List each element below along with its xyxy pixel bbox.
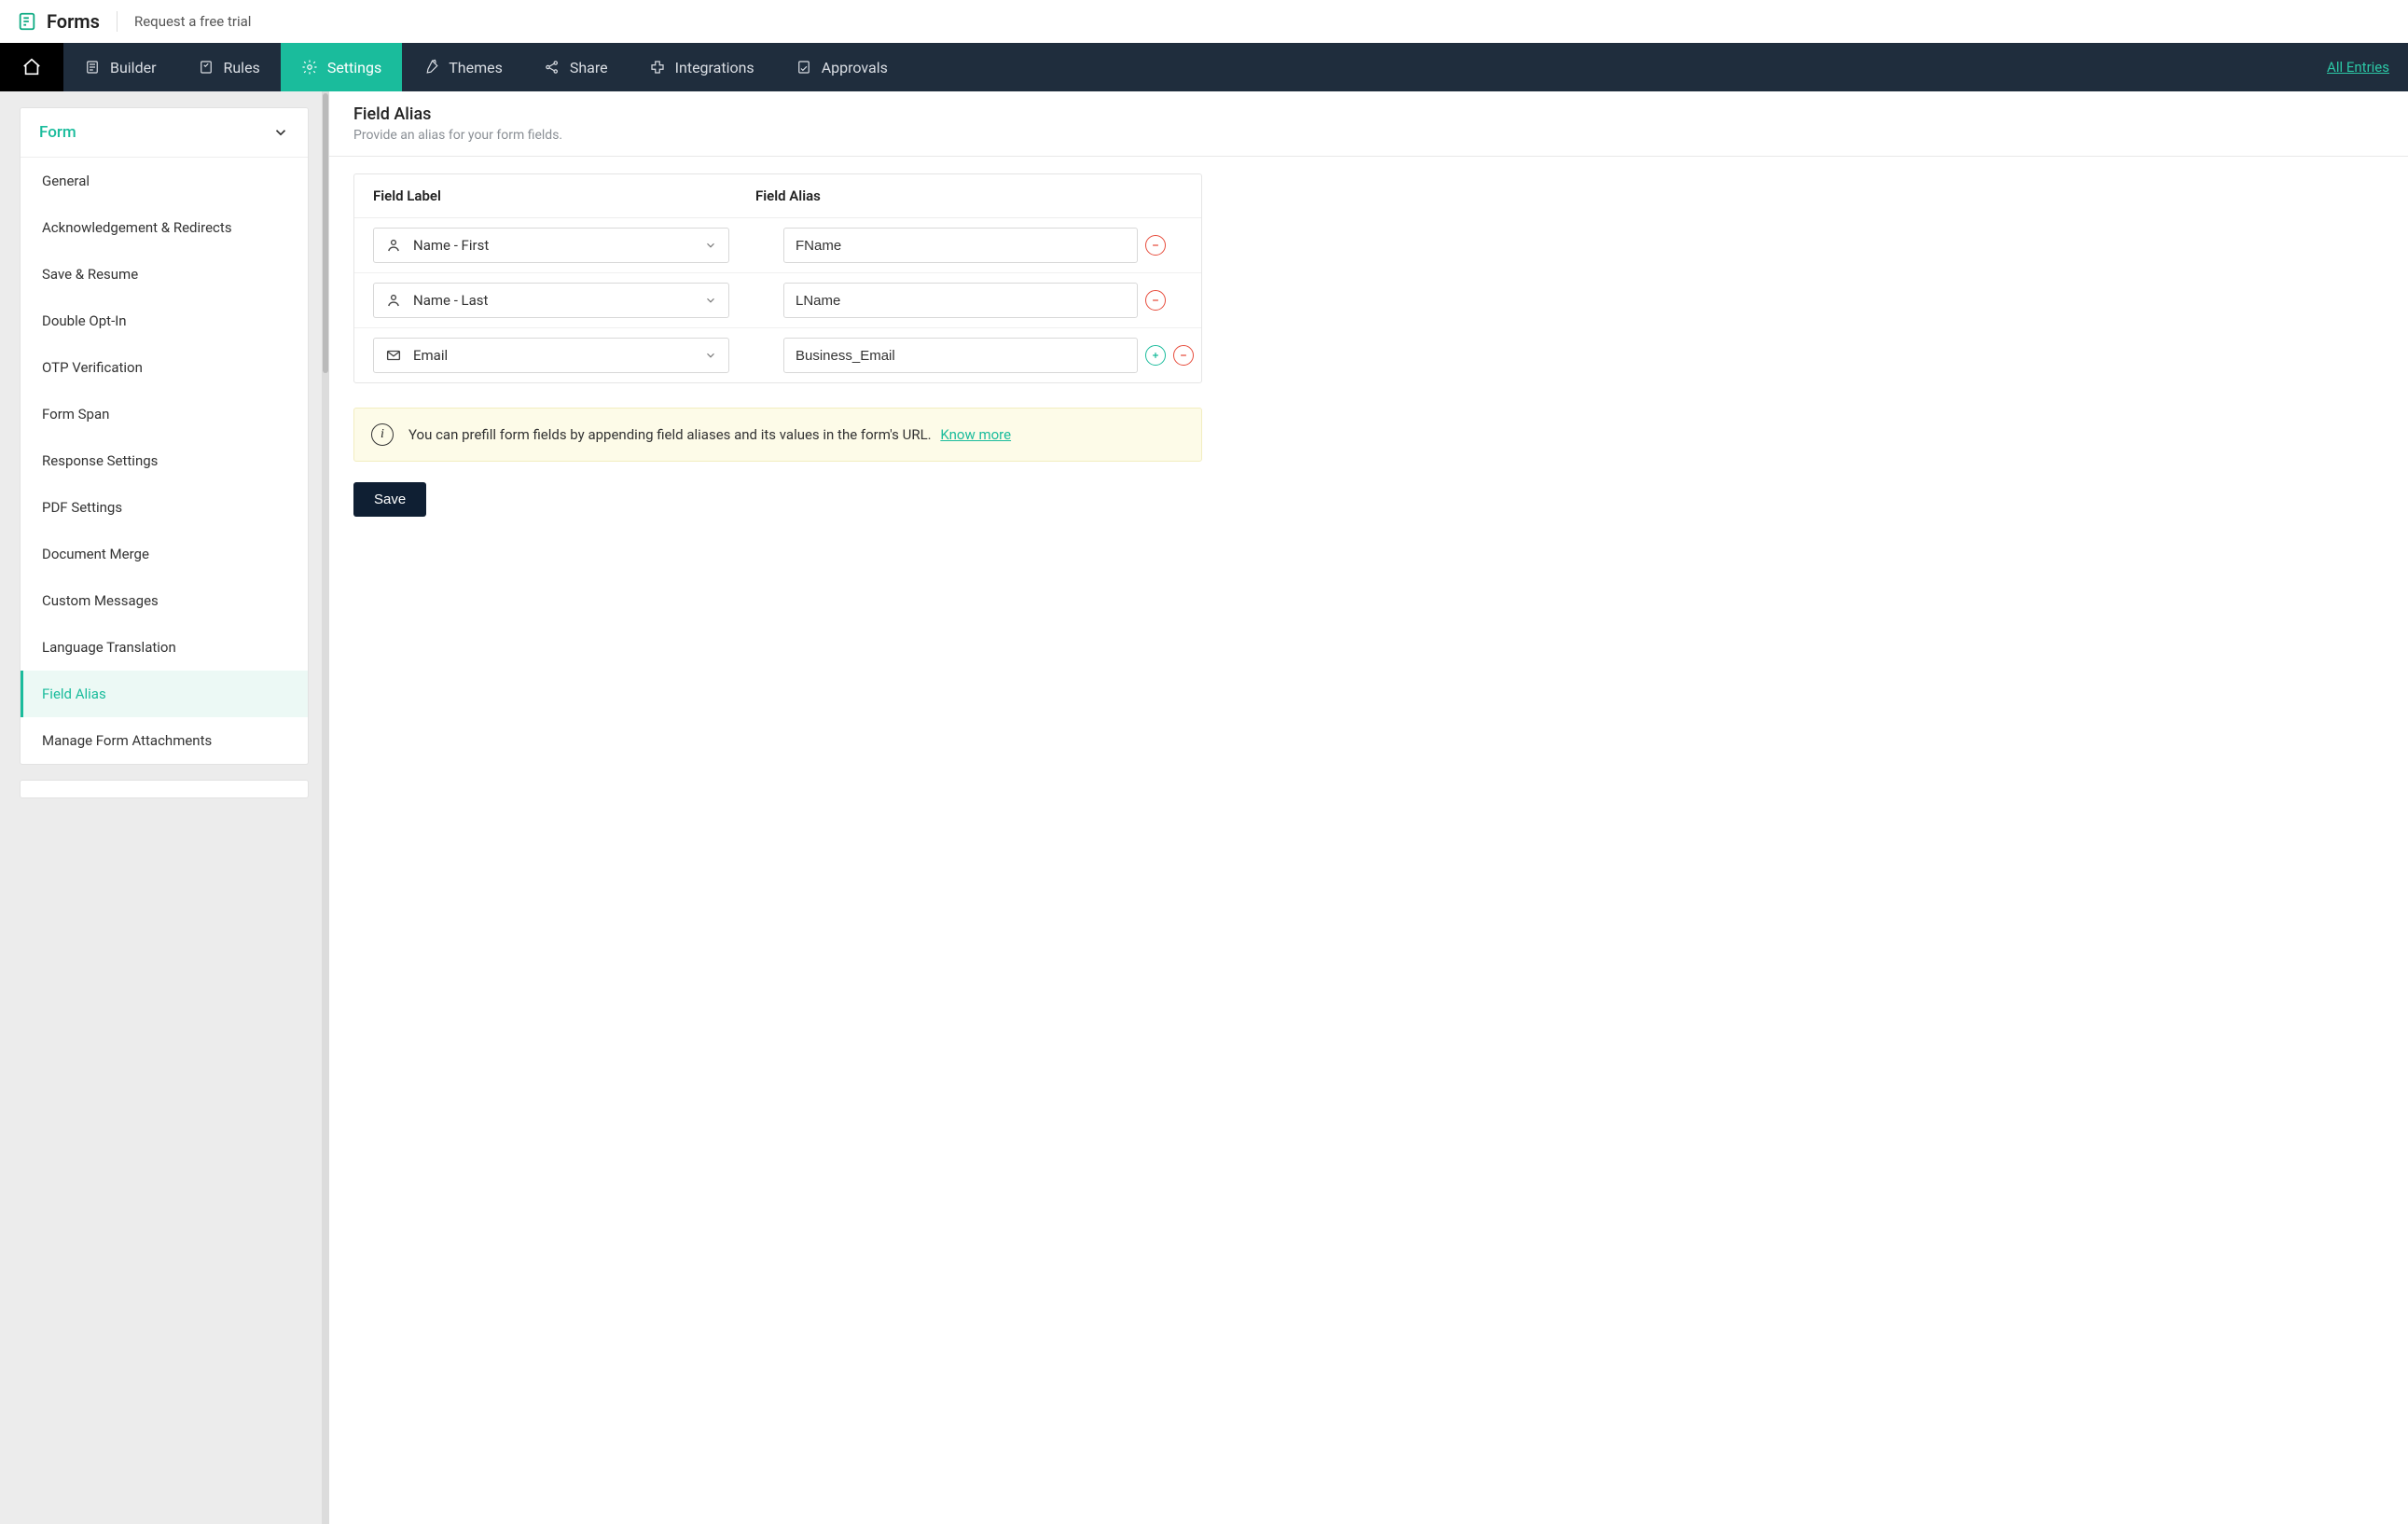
alias-row: Email (354, 328, 1201, 382)
know-more-link[interactable]: Know more (940, 426, 1011, 443)
main: Field Alias Provide an alias for your fo… (329, 91, 2408, 1524)
sidebar-item[interactable]: Response Settings (21, 437, 308, 484)
chevron-down-icon (704, 349, 717, 362)
brand[interactable]: Forms (17, 10, 100, 33)
rules-icon (198, 59, 215, 76)
alias-input[interactable] (783, 283, 1138, 318)
sidebar-item[interactable]: Custom Messages (21, 577, 308, 624)
sidebar-section-header[interactable]: Form (21, 108, 308, 158)
sidebar-section-title: Form (39, 123, 76, 142)
divider (329, 156, 2408, 157)
field-select-label: Email (413, 347, 704, 364)
forms-logo-icon (17, 11, 37, 32)
all-entries-link[interactable]: All Entries (2327, 59, 2389, 76)
sidebar-item[interactable]: Manage Form Attachments (21, 717, 308, 764)
home-icon (21, 57, 42, 77)
field-select[interactable]: Name - First (373, 228, 729, 263)
add-row-button[interactable] (1145, 345, 1166, 366)
nav-builder[interactable]: Builder (63, 43, 177, 91)
brand-text: Forms (47, 10, 100, 33)
main-nav: Builder Rules Settings Themes Share Inte… (0, 43, 2408, 91)
info-message: You can prefill form fields by appending… (408, 426, 932, 443)
sidebar-item[interactable]: Form Span (21, 391, 308, 437)
nav-label: Approvals (822, 59, 888, 76)
chevron-down-icon (704, 239, 717, 252)
nav-share[interactable]: Share (523, 43, 629, 91)
sidebar-panel-next[interactable] (21, 781, 308, 797)
remove-row-button[interactable] (1173, 345, 1194, 366)
top-header: Forms Request a free trial (0, 0, 2408, 43)
request-trial-link[interactable]: Request a free trial (134, 13, 251, 30)
nav-home[interactable] (0, 43, 63, 91)
nav-rules[interactable]: Rules (177, 43, 281, 91)
field-select-label: Name - Last (413, 292, 704, 309)
nav-integrations[interactable]: Integrations (629, 43, 775, 91)
sidebar-panel-form: Form GeneralAcknowledgement & RedirectsS… (21, 108, 308, 764)
alias-input[interactable] (783, 228, 1138, 263)
sidebar-scrollbar[interactable] (322, 91, 329, 1524)
remove-row-button[interactable] (1145, 290, 1166, 311)
sidebar-item[interactable]: Document Merge (21, 531, 308, 577)
page-subtitle: Provide an alias for your form fields. (353, 128, 2384, 143)
alias-table: Field Label Field Alias Name - First Name… (353, 173, 1202, 383)
nav-settings[interactable]: Settings (281, 43, 402, 91)
chevron-down-icon (704, 294, 717, 307)
sidebar-item[interactable]: Save & Resume (21, 251, 308, 298)
field-select-label: Name - First (413, 237, 704, 254)
sidebar-item[interactable]: PDF Settings (21, 484, 308, 531)
alias-input[interactable] (783, 338, 1138, 373)
sidebar-scrollbar-thumb[interactable] (323, 93, 328, 373)
field-select[interactable]: Email (373, 338, 729, 373)
nav-label: Settings (327, 59, 381, 76)
remove-row-button[interactable] (1145, 235, 1166, 256)
approvals-icon (796, 59, 812, 76)
alias-row: Name - Last (354, 273, 1201, 328)
info-icon: i (371, 423, 394, 446)
body: Form GeneralAcknowledgement & RedirectsS… (0, 91, 2408, 1524)
nav-label: Themes (449, 59, 503, 76)
divider (117, 11, 118, 32)
col-header-label: Field Label (373, 187, 755, 204)
info-text: You can prefill form fields by appending… (408, 426, 1011, 443)
nav-approvals[interactable]: Approvals (775, 43, 908, 91)
sidebar-list: GeneralAcknowledgement & RedirectsSave &… (21, 158, 308, 764)
sidebar-item[interactable]: Double Opt-In (21, 298, 308, 344)
nav-themes[interactable]: Themes (402, 43, 523, 91)
alias-table-head: Field Label Field Alias (354, 174, 1201, 218)
share-icon (544, 59, 560, 76)
integrations-icon (649, 59, 666, 76)
col-header-alias: Field Alias (755, 187, 1183, 204)
nav-label: Share (570, 59, 608, 76)
nav-right: All Entries (2327, 43, 2408, 91)
sidebar: Form GeneralAcknowledgement & RedirectsS… (0, 91, 329, 1524)
nav-label: Rules (224, 59, 260, 76)
info-banner: i You can prefill form fields by appendi… (353, 408, 1202, 462)
nav-label: Integrations (675, 59, 754, 76)
nav-label: Builder (110, 59, 157, 76)
sidebar-item[interactable]: Language Translation (21, 624, 308, 671)
page-title: Field Alias (353, 104, 2384, 124)
themes-icon (422, 59, 439, 76)
sidebar-item[interactable]: General (21, 158, 308, 204)
gear-icon (301, 59, 318, 76)
sidebar-item[interactable]: Acknowledgement & Redirects (21, 204, 308, 251)
nav-items: Builder Rules Settings Themes Share Inte… (63, 43, 2327, 91)
sidebar-item[interactable]: OTP Verification (21, 344, 308, 391)
builder-icon (84, 59, 101, 76)
sidebar-item[interactable]: Field Alias (21, 671, 308, 717)
chevron-down-icon (272, 124, 289, 141)
alias-row: Name - First (354, 218, 1201, 273)
field-select[interactable]: Name - Last (373, 283, 729, 318)
save-button[interactable]: Save (353, 482, 426, 517)
